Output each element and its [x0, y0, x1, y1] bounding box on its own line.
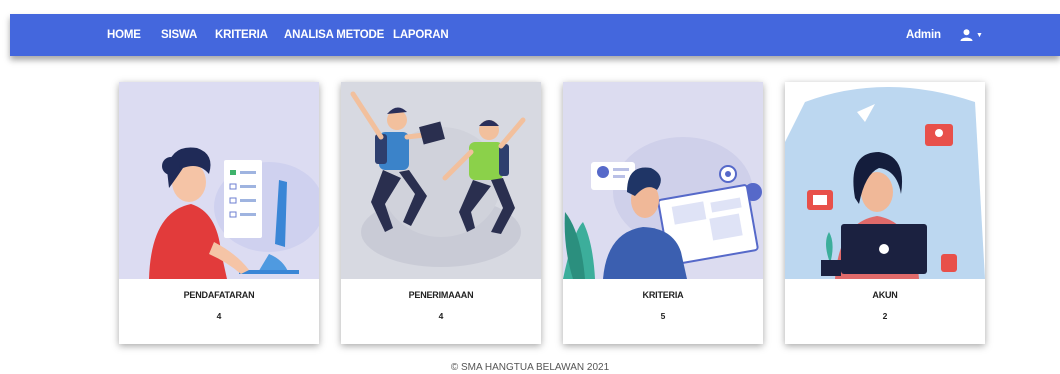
card-pendaftaran[interactable]: PENDAFATARAN 4 [119, 82, 319, 344]
illustration-woman-laptop [785, 82, 985, 279]
card-count: 4 [216, 311, 222, 321]
top-navbar: HOME SISWA KRITERIA ANALISA METODE LAPOR… [10, 14, 1060, 56]
user-icon [960, 29, 973, 41]
chevron-down-icon: ▼ [976, 31, 983, 39]
illustration-man-web-design [563, 82, 763, 279]
footer-copyright: © SMA HANGTUA BELAWAN 2021 [450, 362, 610, 373]
card-akun[interactable]: AKUN 2 [785, 82, 985, 344]
top-strip [0, 0, 1060, 14]
nav-kriteria[interactable]: KRITERIA [215, 14, 268, 56]
illustration-woman-computer [119, 82, 319, 279]
user-dropdown-toggle[interactable]: ▼ [960, 14, 983, 56]
illustration-students-jumping [341, 82, 541, 279]
nav-home[interactable]: HOME [107, 14, 141, 56]
card-count: 5 [660, 311, 666, 321]
card-count: 2 [882, 311, 888, 321]
nav-laporan[interactable]: LAPORAN [393, 14, 449, 56]
user-name-link[interactable]: Admin [906, 14, 941, 56]
card-title: AKUN [872, 290, 898, 300]
nav-analisa-metode[interactable]: ANALISA METODE [284, 14, 384, 56]
nav-siswa[interactable]: SISWA [161, 14, 197, 56]
card-title: PENDAFATARAN [183, 290, 255, 300]
card-count: 4 [438, 311, 444, 321]
card-title: KRITERIA [642, 290, 684, 300]
card-penerimaan[interactable]: PENERIMAAAN 4 [341, 82, 541, 344]
card-title: PENERIMAAAN [408, 290, 474, 300]
card-kriteria[interactable]: KRITERIA 5 [563, 82, 763, 344]
